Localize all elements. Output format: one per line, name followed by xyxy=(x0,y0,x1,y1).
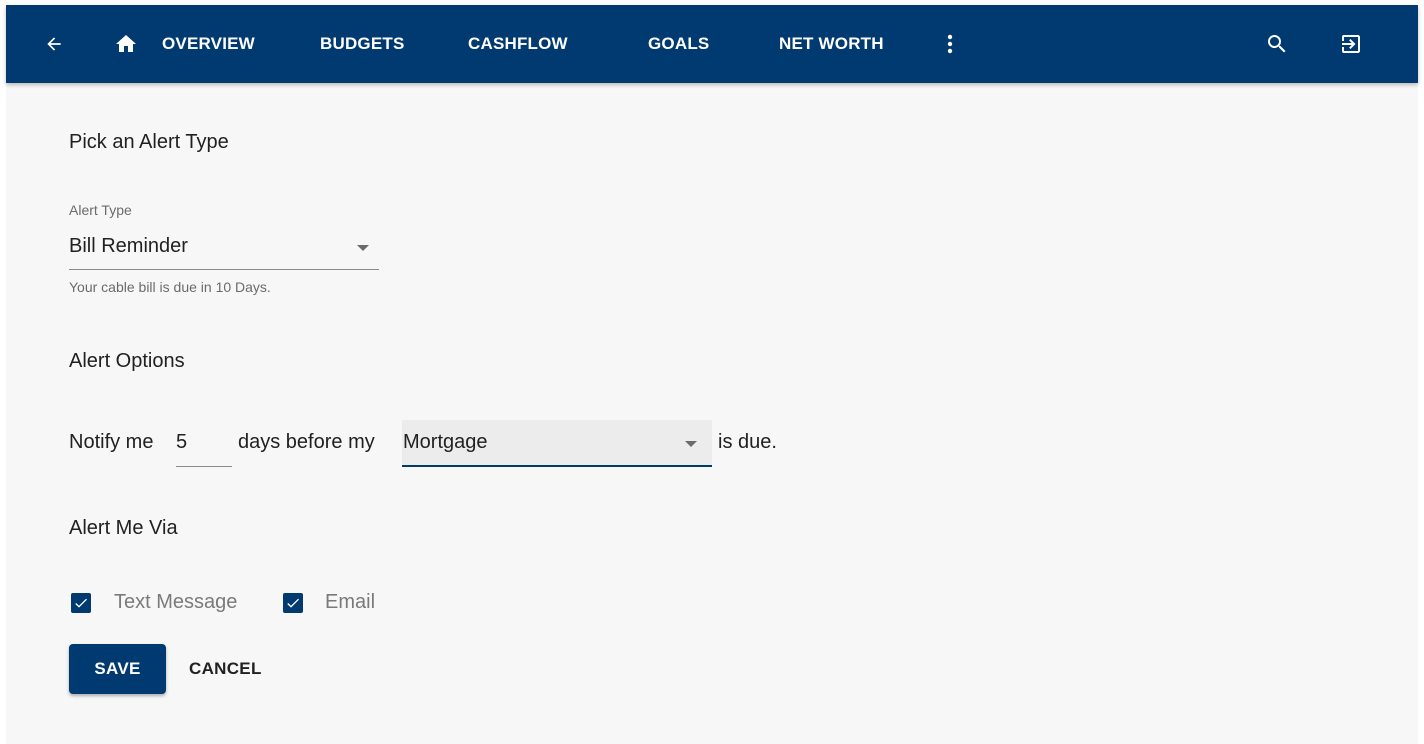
home-icon xyxy=(116,35,136,52)
nav-goals[interactable]: GOALS xyxy=(648,5,709,83)
nav-budgets[interactable]: BUDGETS xyxy=(320,5,405,83)
bill-select[interactable]: Mortgage xyxy=(402,420,712,467)
alert-type-select[interactable]: Bill Reminder xyxy=(69,227,379,270)
days-before-input-value: 5 xyxy=(176,431,188,453)
arrow-left-icon xyxy=(47,37,61,51)
chevron-down-icon xyxy=(685,441,697,447)
top-navigation-bar: OVERVIEW BUDGETS CASHFLOW GOALS NET WORT… xyxy=(6,5,1418,83)
alert-type-helper-text: Your cable bill is due in 10 Days. xyxy=(69,279,271,295)
nav-cashflow[interactable]: CASHFLOW xyxy=(468,5,568,83)
email-checkbox[interactable] xyxy=(283,593,303,613)
more-menu-button[interactable] xyxy=(938,32,962,56)
days-before-input[interactable]: 5 xyxy=(176,425,232,467)
nav-goals-label: GOALS xyxy=(648,34,710,53)
nav-cashflow-label: CASHFLOW xyxy=(468,34,568,53)
nav-budgets-label: BUDGETS xyxy=(320,34,405,53)
alert-options-section-title: Alert Options xyxy=(69,350,185,372)
logout-icon xyxy=(1342,35,1360,53)
check-icon xyxy=(75,598,87,608)
alert-type-field-label: Alert Type xyxy=(69,202,132,218)
back-button[interactable] xyxy=(42,32,66,56)
app-frame: OVERVIEW BUDGETS CASHFLOW GOALS NET WORT… xyxy=(6,5,1418,744)
text-message-label[interactable]: Text Message xyxy=(114,591,237,614)
email-label[interactable]: Email xyxy=(325,591,375,614)
save-button[interactable]: SAVE xyxy=(69,644,166,694)
days-before-my-text: days before my xyxy=(238,431,375,453)
alert-via-section-title: Alert Me Via xyxy=(69,517,178,539)
notify-me-text: Notify me xyxy=(69,431,154,453)
is-due-text: is due. xyxy=(718,431,777,453)
check-icon xyxy=(287,598,299,608)
cancel-button[interactable]: CANCEL xyxy=(189,644,262,694)
text-message-checkbox[interactable] xyxy=(71,593,91,613)
nav-overview[interactable]: OVERVIEW xyxy=(114,5,255,83)
chevron-down-icon xyxy=(357,245,369,251)
logout-button[interactable] xyxy=(1339,32,1363,56)
alert-type-section-title: Pick an Alert Type xyxy=(69,131,229,153)
bill-select-value: Mortgage xyxy=(403,431,488,453)
alert-type-select-value: Bill Reminder xyxy=(69,235,188,257)
nav-overview-label: OVERVIEW xyxy=(162,34,255,53)
more-vertical-icon xyxy=(947,34,953,54)
nav-net-worth-label: NET WORTH xyxy=(779,34,884,53)
search-icon xyxy=(1268,35,1286,53)
nav-net-worth[interactable]: NET WORTH xyxy=(779,5,884,83)
search-button[interactable] xyxy=(1265,32,1289,56)
